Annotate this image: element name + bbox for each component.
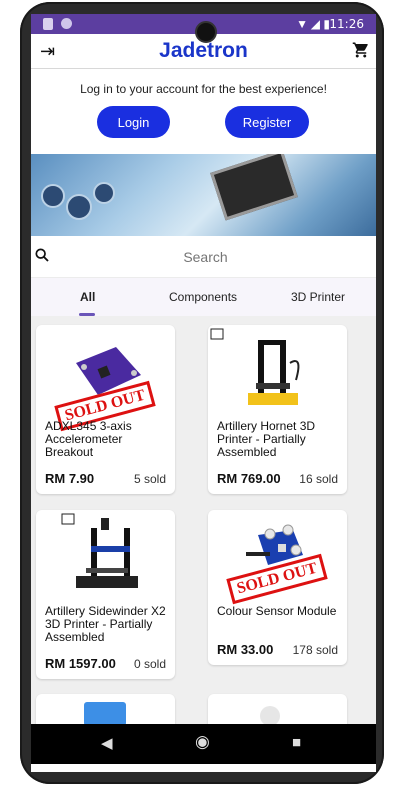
product-sold-count: 0 sold (133, 657, 166, 671)
app-screen: ▼ ◢ ▮ 11:26 ⇥ Jadetron Log in to your ac… (31, 14, 376, 772)
search-bar (31, 237, 376, 278)
login-prompt: Log in to your account for the best expe… (80, 82, 327, 96)
product-card[interactable]: Artillery Hornet 3D Printer - Partially … (208, 325, 347, 494)
sd-card-icon (43, 18, 53, 30)
product-name: Artillery Sidewinder X2 3D Printer - Par… (45, 604, 166, 644)
product-image (208, 325, 347, 420)
register-button[interactable]: Register (225, 106, 309, 138)
front-camera (195, 21, 217, 43)
banner-capacitor-image (66, 194, 92, 220)
notification-icon (61, 18, 72, 29)
product-card[interactable]: SOLD OUT Colour Sensor Module RM 33.00 1… (208, 510, 347, 665)
wifi-icon: ▼ (296, 17, 308, 31)
product-sold-count: 178 sold (292, 643, 338, 657)
hornet-printer-image (210, 328, 300, 405)
sidewinder-printer-image (61, 513, 138, 588)
category-tabs: All Components 3D Printer (31, 278, 376, 316)
promo-banner[interactable] (31, 154, 376, 236)
product-image (260, 706, 280, 726)
product-name: ADXL345 3-axis Accelerometer Breakout (45, 419, 132, 459)
product-price: RM 33.00 (217, 642, 274, 657)
search-icon-svg (35, 248, 49, 262)
banner-capacitor-image (93, 182, 115, 204)
cart-icon[interactable] (352, 41, 370, 64)
product-price: RM 1597.00 (45, 656, 116, 671)
cart-icon-svg (352, 42, 368, 58)
back-icon[interactable]: ◀ (101, 734, 113, 752)
product-grid: SOLD OUT ADXL345 3-axis Accelerometer Br… (31, 316, 376, 736)
tab-3d-printer[interactable]: 3D Printer (291, 290, 345, 304)
product-image (84, 702, 126, 726)
product-price: RM 769.00 (217, 471, 281, 486)
product-image (36, 510, 175, 605)
product-price: RM 7.90 (45, 471, 95, 486)
home-icon[interactable]: ◉ (195, 732, 210, 752)
signal-icon: ◢ (310, 17, 320, 31)
search-icon[interactable] (34, 247, 50, 267)
banner-chip-image (210, 154, 298, 221)
recents-icon[interactable]: ■ (292, 734, 301, 751)
product-name: Artillery Hornet 3D Printer - Partially … (217, 419, 316, 459)
tab-components[interactable]: Components (169, 290, 237, 304)
product-card[interactable]: SOLD OUT ADXL345 3-axis Accelerometer Br… (36, 325, 175, 494)
product-card[interactable]: Artillery Sidewinder X2 3D Printer - Par… (36, 510, 175, 679)
product-sold-count: 5 sold (133, 472, 166, 486)
product-name: Colour Sensor Module (217, 604, 337, 618)
tab-all[interactable]: All (80, 290, 95, 304)
banner-capacitor-image (41, 184, 65, 208)
search-input[interactable] (61, 245, 350, 269)
status-time: 11:26 (329, 17, 364, 31)
system-navigation-bar: ◀ ◉ ■ (31, 724, 376, 764)
login-button[interactable]: Login (97, 106, 170, 138)
product-sold-count: 16 sold (299, 472, 338, 486)
